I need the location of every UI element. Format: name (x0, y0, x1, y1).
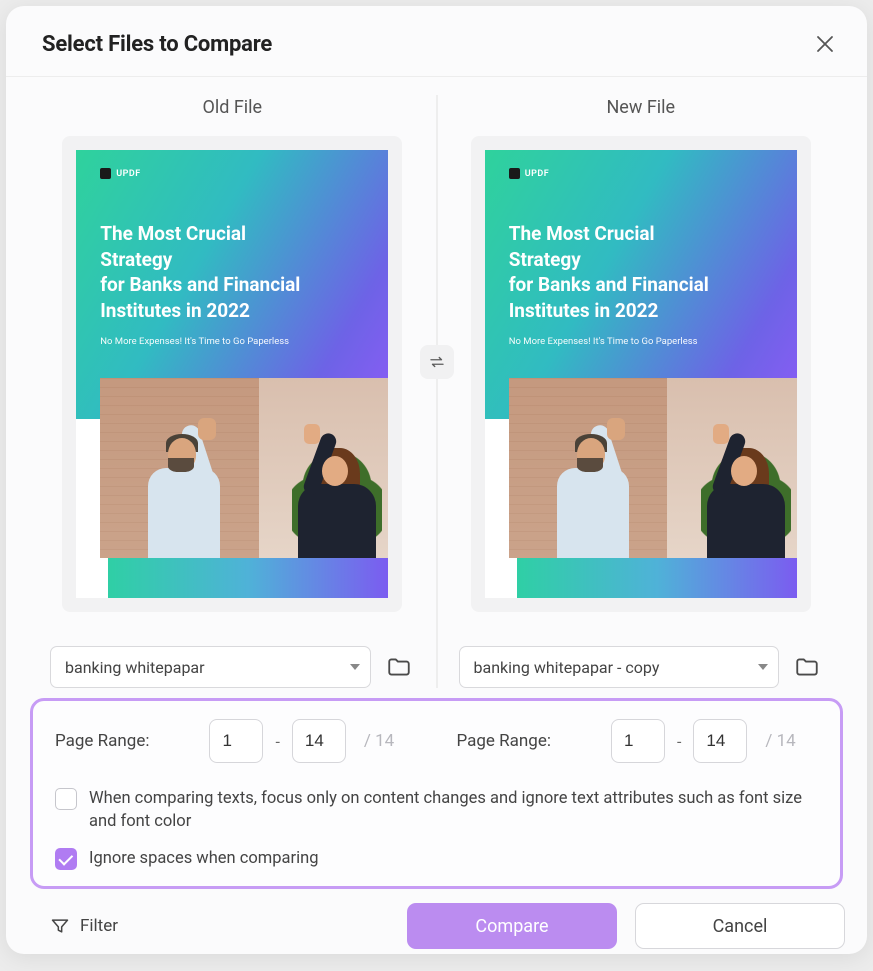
folder-icon (794, 654, 820, 680)
ignore-attributes-checkbox[interactable] (55, 788, 77, 810)
range-dash: - (673, 732, 685, 751)
folder-icon (386, 654, 412, 680)
swap-button[interactable] (420, 345, 454, 379)
old-range-from-input[interactable] (209, 719, 263, 763)
old-file-browse-button[interactable] (383, 651, 415, 683)
dialog-header: Select Files to Compare (6, 6, 867, 77)
old-file-thumbnail[interactable]: UPDF The Most Crucial Strategy for Banks… (62, 136, 402, 612)
new-file-dropdown[interactable]: banking whitepapar - copy (459, 646, 780, 688)
page-range-label: Page Range: (55, 731, 149, 751)
doc-logo-text: UPDF (525, 169, 550, 179)
chevron-down-icon (758, 664, 768, 670)
new-file-doc-preview: UPDF The Most Crucial Strategy for Banks… (485, 150, 797, 598)
old-range-to-input[interactable] (292, 719, 346, 763)
page-range-row: Page Range: - / 14 Page Range: - / 14 (55, 719, 818, 763)
filter-icon (50, 916, 70, 936)
doc-logo: UPDF (100, 168, 388, 179)
ignore-spaces-label: Ignore spaces when comparing (89, 847, 319, 870)
compare-row: Old File UPDF The Most Crucial Strategy … (28, 95, 845, 688)
old-range-total: / 14 (364, 731, 394, 751)
cancel-button[interactable]: Cancel (635, 903, 845, 949)
old-file-pane: Old File UPDF The Most Crucial Strategy … (28, 95, 437, 688)
dialog-footer: Filter Compare Cancel (6, 889, 867, 971)
compare-dialog: Select Files to Compare Old File UPDF T (6, 6, 867, 954)
ignore-attributes-option: When comparing texts, focus only on cont… (55, 787, 818, 833)
chevron-down-icon (350, 664, 360, 670)
new-file-browse-button[interactable] (791, 651, 823, 683)
old-page-range: Page Range: - / 14 (55, 719, 417, 763)
old-file-dropdown[interactable]: banking whitepapar (50, 646, 371, 688)
doc-cover-photo (100, 378, 388, 557)
dialog-title: Select Files to Compare (42, 32, 272, 57)
dialog-body: Old File UPDF The Most Crucial Strategy … (6, 77, 867, 889)
new-range-to-input[interactable] (693, 719, 747, 763)
doc-cover-photo (509, 378, 797, 557)
new-range-from-input[interactable] (611, 719, 665, 763)
close-icon (816, 35, 834, 53)
new-file-heading: New File (606, 97, 675, 118)
doc-subtitle: No More Expenses! It's Time to Go Paperl… (100, 336, 388, 347)
pane-divider (436, 95, 437, 688)
new-file-thumbnail[interactable]: UPDF The Most Crucial Strategy for Banks… (471, 136, 811, 612)
doc-title: The Most Crucial Strategy for Banks and … (509, 221, 719, 324)
old-file-selector-row: banking whitepapar (50, 646, 415, 688)
new-range-total: / 14 (765, 731, 795, 751)
new-file-pane: New File UPDF The Most Crucial Strategy … (437, 95, 846, 688)
compare-button[interactable]: Compare (407, 903, 617, 949)
ignore-spaces-checkbox[interactable] (55, 848, 77, 870)
doc-logo: UPDF (509, 168, 797, 179)
old-file-heading: Old File (202, 97, 262, 118)
filter-button[interactable]: Filter (28, 916, 118, 936)
new-file-selector-row: banking whitepapar - copy (459, 646, 824, 688)
new-file-name: banking whitepapar - copy (474, 658, 660, 677)
page-range-label: Page Range: (457, 731, 551, 751)
new-page-range: Page Range: - / 14 (417, 719, 819, 763)
old-file-name: banking whitepapar (65, 658, 205, 677)
filter-label: Filter (80, 916, 118, 936)
ignore-attributes-label: When comparing texts, focus only on cont… (89, 787, 818, 833)
swap-icon (428, 353, 446, 371)
options-box: Page Range: - / 14 Page Range: - / 14 Wh… (30, 698, 843, 889)
old-file-doc-preview: UPDF The Most Crucial Strategy for Banks… (76, 150, 388, 598)
doc-logo-text: UPDF (116, 169, 141, 179)
doc-subtitle: No More Expenses! It's Time to Go Paperl… (509, 336, 797, 347)
ignore-spaces-option: Ignore spaces when comparing (55, 847, 818, 870)
doc-title: The Most Crucial Strategy for Banks and … (100, 221, 310, 324)
range-dash: - (271, 732, 283, 751)
close-button[interactable] (811, 30, 839, 58)
